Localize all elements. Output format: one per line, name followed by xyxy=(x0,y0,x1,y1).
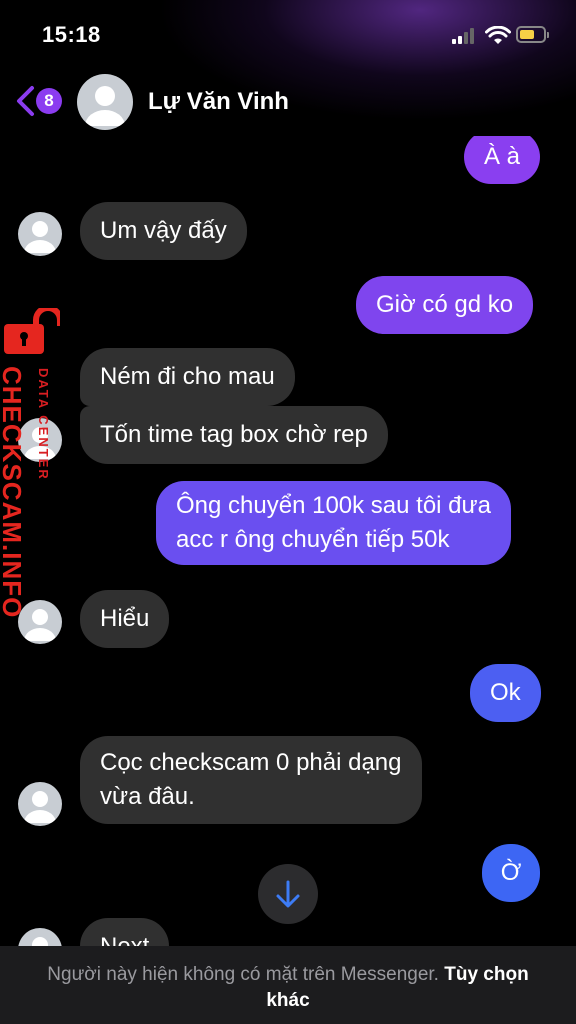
message-text: Tốn time tag box chờ rep xyxy=(100,421,368,448)
message-list[interactable]: À à Um vậy đấy Giờ có gd ko Ném đi cho m… xyxy=(0,136,576,946)
message-outgoing[interactable]: Ờ xyxy=(482,844,540,902)
message-outgoing[interactable]: Ok xyxy=(470,664,541,722)
message-text-line: Cọc checkscam 0 phải dạng xyxy=(100,749,402,776)
message-incoming[interactable]: Ném đi cho mau xyxy=(80,348,295,406)
chevron-left-icon[interactable] xyxy=(14,84,36,118)
message-text: Um vậy đấy xyxy=(100,217,227,244)
unavailable-message: Người này hiện không có mặt trên Messeng… xyxy=(47,964,439,985)
message-text: Giờ có gd ko xyxy=(376,291,514,318)
checkscam-watermark: CHECKSCAM.INFO DATA CENTER xyxy=(0,308,70,618)
message-outgoing[interactable]: À à xyxy=(464,136,541,184)
message-text: Ném đi cho mau xyxy=(100,363,275,390)
contact-name[interactable]: Lự Văn Vinh xyxy=(148,88,289,116)
message-text: Ok xyxy=(490,679,521,706)
contact-avatar[interactable] xyxy=(77,74,133,130)
message-text: Hiểu xyxy=(100,605,150,632)
sender-avatar xyxy=(18,782,62,826)
unavailable-footer: Người này hiện không có mặt trên Messeng… xyxy=(0,946,576,1024)
watermark-label: DATA CENTER xyxy=(36,368,51,481)
message-outgoing[interactable]: Giờ có gd ko xyxy=(356,276,534,334)
message-text-line: vừa đâu. xyxy=(100,783,195,810)
signal-icon xyxy=(452,28,478,44)
sender-avatar xyxy=(18,928,62,946)
watermark-site: CHECKSCAM.INFO xyxy=(0,366,27,619)
scroll-to-bottom-button[interactable] xyxy=(258,864,318,924)
message-incoming[interactable]: Tốn time tag box chờ rep xyxy=(80,406,388,464)
arrow-down-icon xyxy=(276,880,300,908)
message-text: À à xyxy=(484,143,521,170)
battery-icon xyxy=(516,26,546,43)
message-text: Ờ xyxy=(500,859,522,886)
message-incoming[interactable]: Next xyxy=(80,918,170,946)
lock-icon xyxy=(4,308,60,354)
message-text-line: acc r ông chuyển tiếp 50k xyxy=(176,526,450,553)
wifi-icon xyxy=(485,26,511,44)
message-incoming[interactable]: Cọc checkscam 0 phải dạng vừa đâu. xyxy=(80,736,422,824)
message-incoming[interactable]: Um vậy đấy xyxy=(80,202,247,260)
chat-header: 8 Lự Văn Vinh xyxy=(0,70,576,136)
battery-level xyxy=(520,30,534,39)
unread-count-badge[interactable]: 8 xyxy=(36,88,62,114)
message-text-line: Ông chuyển 100k sau tôi đưa xyxy=(176,492,491,519)
message-outgoing[interactable]: Ông chuyển 100k sau tôi đưa acc r ông ch… xyxy=(156,481,511,565)
message-incoming[interactable]: Hiểu xyxy=(80,590,170,648)
message-text: Next xyxy=(100,933,149,946)
battery-tip xyxy=(547,32,549,38)
status-bar: 15:18 xyxy=(0,0,576,70)
sender-avatar xyxy=(18,212,62,256)
status-time: 15:18 xyxy=(42,22,101,47)
